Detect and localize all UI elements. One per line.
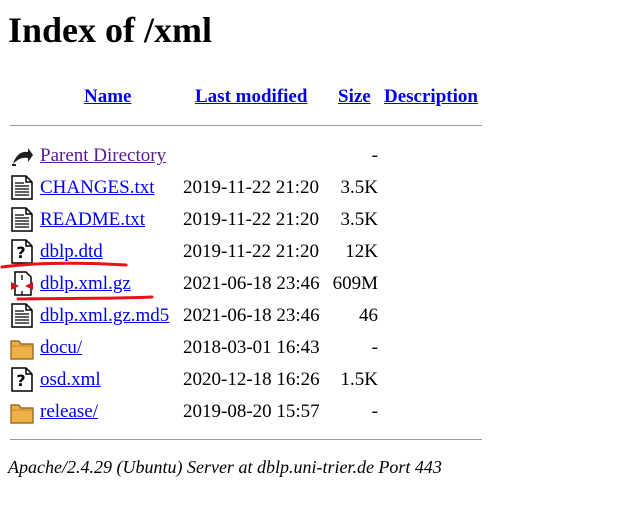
row-name-link[interactable]: dblp.xml.gz [40, 273, 131, 295]
table-row: docu/ 2018-03-01 16:43 - [0, 333, 619, 363]
text-file-icon [10, 207, 34, 232]
row-name-link[interactable]: dblp.dtd [40, 241, 103, 263]
row-size: - [371, 337, 378, 358]
row-date: 2019-08-20 15:57 [183, 401, 320, 422]
back-icon [10, 143, 34, 168]
row-size: 3.5K [340, 177, 378, 198]
folder-icon [10, 399, 34, 424]
compressed-file-icon [10, 271, 34, 296]
svg-text:?: ? [16, 243, 25, 262]
table-divider-bottom [10, 439, 482, 440]
row-name-link[interactable]: osd.xml [40, 369, 101, 391]
row-date: 2019-11-22 21:20 [183, 209, 319, 230]
row-name-link[interactable]: README.txt [40, 209, 145, 231]
table-row: CHANGES.txt 2019-11-22 21:20 3.5K [0, 173, 619, 203]
row-date: 2021-06-18 23:46 [183, 273, 320, 294]
column-header-size[interactable]: Size [338, 86, 371, 108]
table-row: dblp.xml.gz.md5 2021-06-18 23:46 46 [0, 301, 619, 331]
row-size: 12K [345, 241, 378, 262]
row-name-link[interactable]: dblp.xml.gz.md5 [40, 305, 169, 327]
row-name-link[interactable]: CHANGES.txt [40, 177, 155, 199]
row-size: 609M [332, 273, 378, 294]
text-file-icon [10, 303, 34, 328]
text-file-icon [10, 175, 34, 200]
table-row: release/ 2019-08-20 15:57 - [0, 397, 619, 427]
row-date: 2019-11-22 21:20 [183, 241, 319, 262]
table-divider-top [10, 125, 482, 126]
unknown-file-icon: ? [10, 239, 34, 264]
column-header-description[interactable]: Description [384, 86, 478, 108]
table-row: ? dblp.dtd 2019-11-22 21:20 12K [0, 237, 619, 267]
row-size: 46 [359, 305, 378, 326]
row-size: - [371, 401, 378, 422]
table-row: README.txt 2019-11-22 21:20 3.5K [0, 205, 619, 235]
row-size: 1.5K [340, 369, 378, 390]
row-date: 2021-06-18 23:46 [183, 305, 320, 326]
table-row: Parent Directory - [0, 141, 619, 171]
row-date: 2018-03-01 16:43 [183, 337, 320, 358]
row-name-link[interactable]: docu/ [40, 337, 82, 359]
row-name-link[interactable]: Parent Directory [40, 145, 166, 167]
column-header-name[interactable]: Name [84, 86, 131, 108]
server-signature: Apache/2.4.29 (Ubuntu) Server at dblp.un… [8, 457, 442, 477]
row-size: 3.5K [340, 209, 378, 230]
row-date: 2020-12-18 16:26 [183, 369, 320, 390]
folder-icon [10, 335, 34, 360]
page-title: Index of /xml [8, 10, 213, 50]
table-row: ? osd.xml 2020-12-18 16:26 1.5K [0, 365, 619, 395]
column-header-last-modified[interactable]: Last modified [195, 86, 307, 108]
table-row: dblp.xml.gz 2021-06-18 23:46 609M [0, 269, 619, 299]
row-date: 2019-11-22 21:20 [183, 177, 319, 198]
unknown-file-icon: ? [10, 367, 34, 392]
svg-text:?: ? [16, 371, 25, 390]
row-size: - [371, 145, 378, 166]
row-name-link[interactable]: release/ [40, 401, 98, 423]
